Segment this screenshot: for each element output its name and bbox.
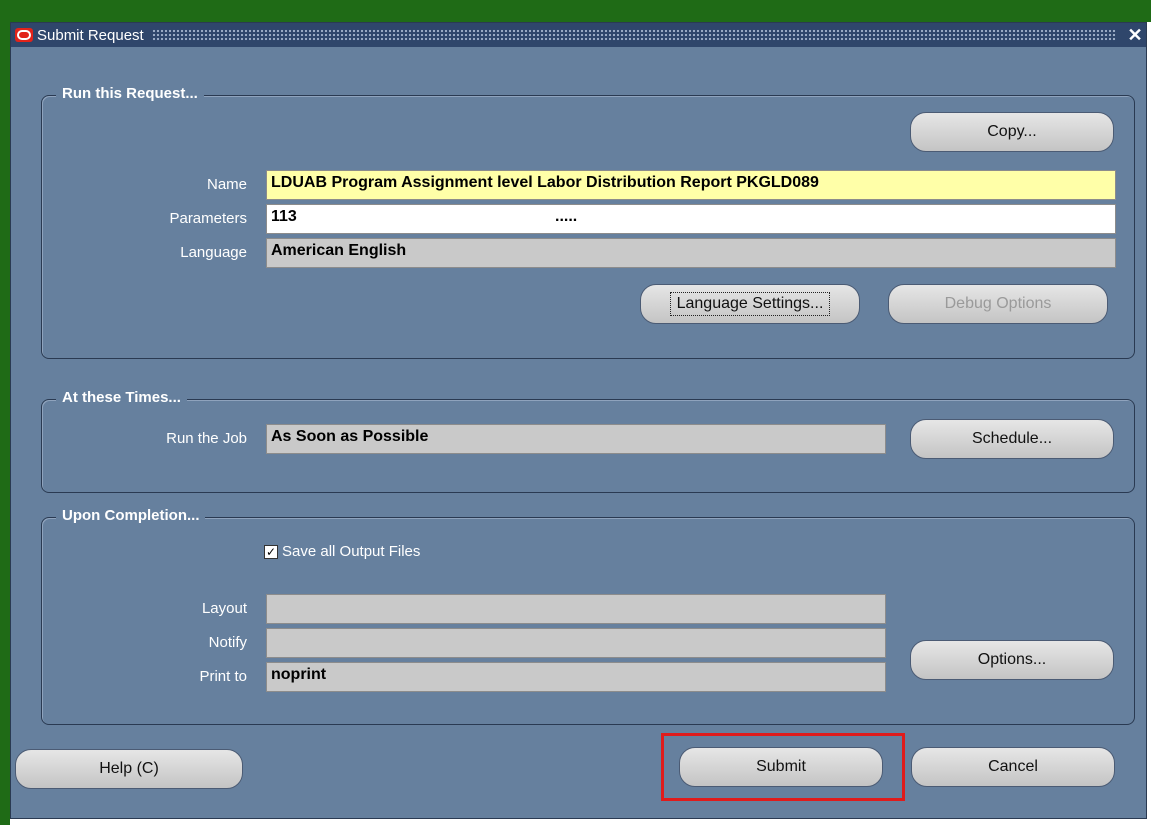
parameters-label: Parameters	[169, 210, 247, 227]
parameters-field[interactable]: 113 .....	[266, 204, 1116, 234]
run-job-field[interactable]: As Soon as Possible	[266, 424, 886, 454]
submit-button-label: Submit	[756, 758, 806, 775]
language-settings-button[interactable]: Language Settings...	[640, 284, 860, 324]
times-group-label: At these Times...	[56, 389, 187, 406]
help-button-label: Help (C)	[99, 760, 159, 777]
name-field[interactable]: LDUAB Program Assignment level Labor Dis…	[266, 170, 1116, 200]
notify-field[interactable]	[266, 628, 886, 658]
copy-button-label: Copy...	[987, 123, 1037, 140]
titlebar-grip	[151, 29, 1116, 41]
run-request-group: Run this Request... Copy... Name LDUAB P…	[41, 85, 1135, 359]
desktop-edge-top	[0, 0, 1151, 22]
debug-options-button-label: Debug Options	[944, 295, 1052, 312]
parameters-dots: .....	[555, 208, 578, 225]
language-settings-button-label: Language Settings...	[669, 292, 831, 316]
cancel-button-label: Cancel	[988, 758, 1038, 775]
screenshot-frame: Submit Request ✕ Run this Request... Cop…	[0, 0, 1151, 825]
times-group: At these Times... Run the Job As Soon as…	[41, 389, 1135, 493]
submit-button[interactable]: Submit	[679, 747, 883, 787]
copy-button[interactable]: Copy...	[910, 112, 1114, 152]
language-label: Language	[180, 244, 247, 261]
options-button-label: Options...	[977, 651, 1047, 668]
window-titlebar[interactable]: Submit Request ✕	[11, 23, 1146, 47]
notify-label: Notify	[208, 634, 247, 651]
help-button[interactable]: Help (C)	[15, 749, 243, 789]
completion-group: Upon Completion... ✓ Save all Output Fil…	[41, 507, 1135, 725]
schedule-button-label: Schedule...	[971, 430, 1053, 447]
window-title: Submit Request	[37, 26, 144, 44]
run-request-group-label: Run this Request...	[56, 85, 204, 102]
name-label: Name	[206, 176, 247, 193]
run-job-label: Run the Job	[166, 430, 247, 447]
layout-field[interactable]	[266, 594, 886, 624]
parameters-value: 113	[271, 208, 297, 225]
completion-group-label: Upon Completion...	[56, 507, 206, 524]
submit-request-window: Submit Request ✕ Run this Request... Cop…	[10, 22, 1147, 819]
close-icon[interactable]: ✕	[1124, 25, 1146, 46]
cancel-button[interactable]: Cancel	[911, 747, 1115, 787]
layout-label: Layout	[201, 600, 247, 617]
desktop-edge-left	[0, 0, 10, 825]
save-output-label[interactable]: Save all Output Files	[282, 543, 420, 560]
checkbox-checked-icon[interactable]: ✓	[264, 545, 278, 559]
oracle-logo-icon	[15, 28, 33, 42]
print-to-field[interactable]: noprint	[266, 662, 886, 692]
options-button[interactable]: Options...	[910, 640, 1114, 680]
print-to-label: Print to	[199, 668, 247, 685]
debug-options-button[interactable]: Debug Options	[888, 284, 1108, 324]
schedule-button[interactable]: Schedule...	[910, 419, 1114, 459]
language-field[interactable]: American English	[266, 238, 1116, 268]
